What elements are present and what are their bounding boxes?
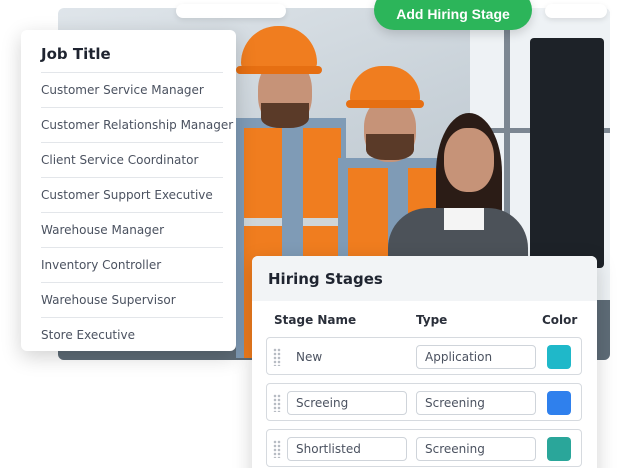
stage-type-select[interactable]: Application: [416, 345, 536, 369]
hiring-stages-header: Hiring Stages: [252, 256, 597, 301]
stage-type-select[interactable]: Screening: [416, 437, 536, 461]
job-title-item[interactable]: Warehouse Manager: [41, 212, 223, 247]
job-title-item[interactable]: Store Executive: [41, 317, 223, 352]
add-hiring-stage-button[interactable]: Add Hiring Stage: [374, 0, 532, 30]
job-title-item[interactable]: Inventory Controller: [41, 247, 223, 282]
job-title-list: Customer Service Manager Customer Relati…: [41, 72, 233, 352]
drag-handle-icon[interactable]: [273, 440, 281, 458]
hiring-stages-panel: Hiring Stages Stage Name Type Color New …: [252, 256, 597, 468]
job-title-heading: Job Title: [41, 45, 111, 63]
decorative-pill: [545, 4, 607, 18]
job-title-panel: Job Title Customer Service Manager Custo…: [21, 30, 236, 351]
stage-row: Screeing Screening: [266, 383, 582, 421]
stage-color-swatch[interactable]: [547, 391, 571, 415]
stage-name-input[interactable]: Shortlisted: [287, 437, 407, 461]
hiring-stages-title: Hiring Stages: [268, 269, 383, 288]
stage-color-swatch[interactable]: [547, 345, 571, 369]
column-header-color: Color: [542, 313, 578, 327]
column-header-type: Type: [416, 313, 448, 327]
stage-row: New Application: [266, 337, 582, 375]
column-header-stage-name: Stage Name: [274, 313, 357, 327]
job-title-item[interactable]: Warehouse Supervisor: [41, 282, 223, 317]
drag-handle-icon[interactable]: [273, 348, 281, 366]
job-title-item[interactable]: Customer Relationship Manager: [41, 107, 233, 142]
job-title-item[interactable]: Customer Support Executive: [41, 177, 223, 212]
stage-row: Shortlisted Screening: [266, 429, 582, 467]
job-title-item[interactable]: Client Service Coordinator: [41, 142, 223, 177]
decorative-pill: [176, 4, 286, 18]
stage-name-input[interactable]: New: [287, 345, 407, 369]
job-title-item[interactable]: Customer Service Manager: [41, 72, 223, 107]
drag-handle-icon[interactable]: [273, 394, 281, 412]
stage-name-input[interactable]: Screeing: [287, 391, 407, 415]
stage-color-swatch[interactable]: [547, 437, 571, 461]
stage-type-select[interactable]: Screening: [416, 391, 536, 415]
photo-monitor: [530, 38, 604, 268]
